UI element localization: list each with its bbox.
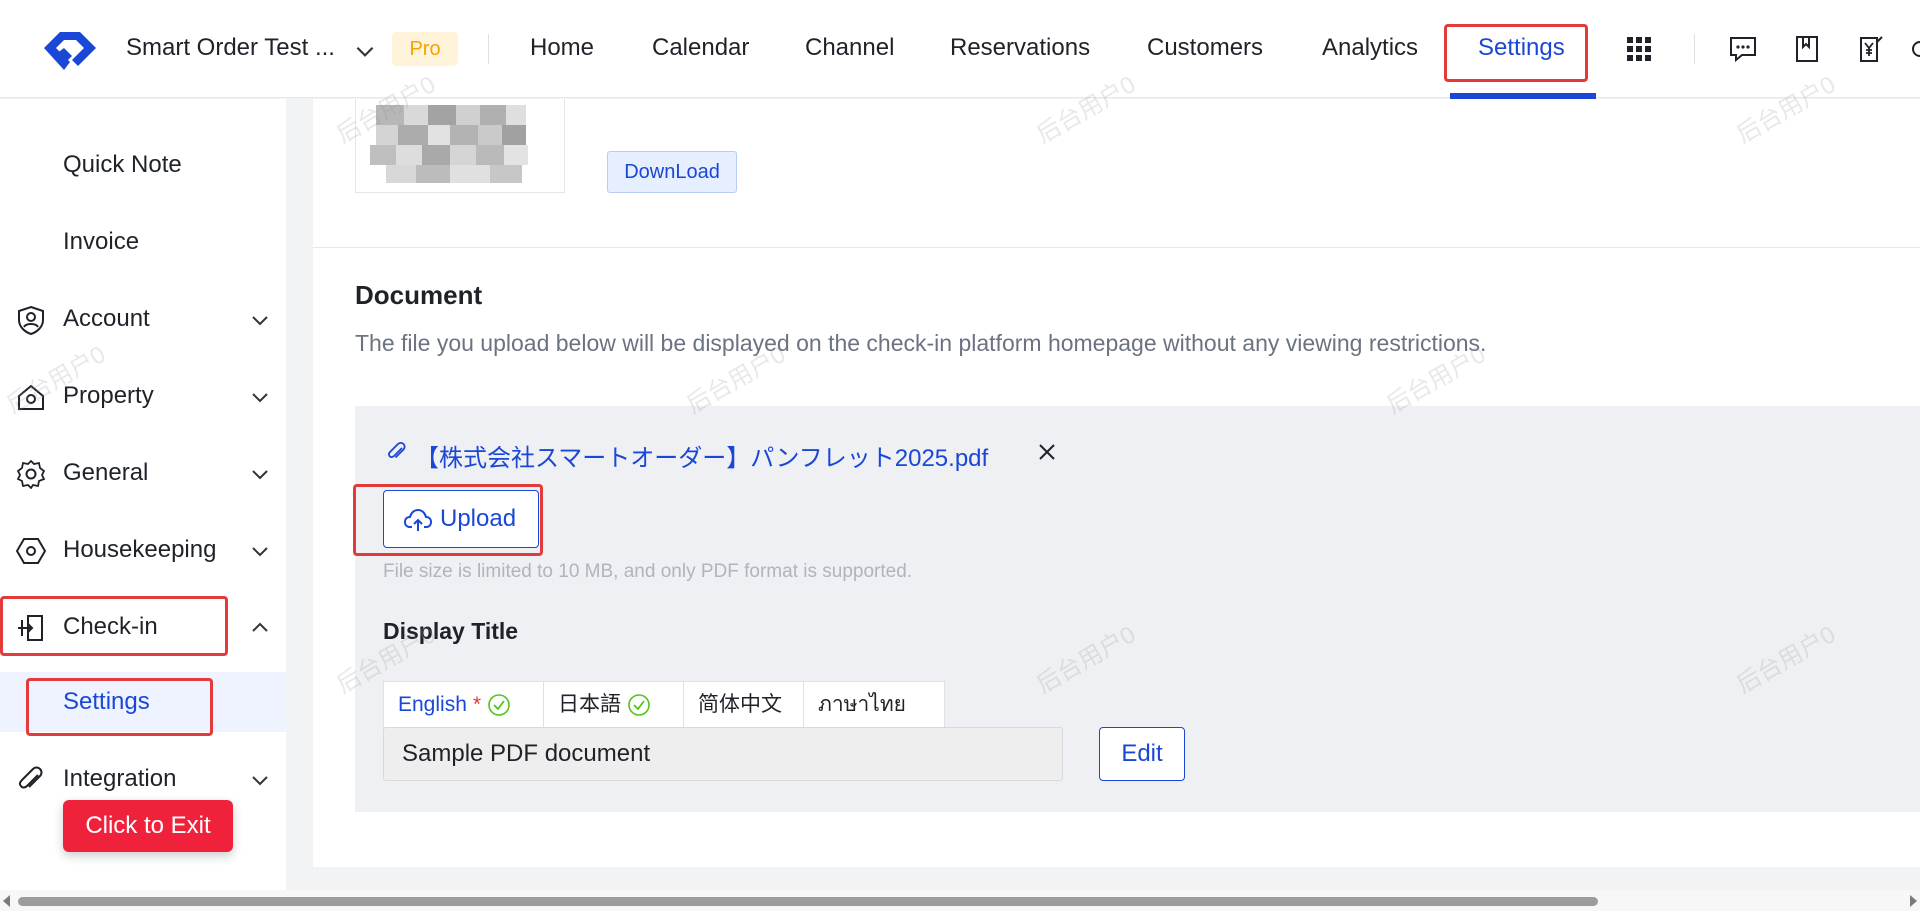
scroll-right-arrow[interactable] — [1910, 895, 1917, 907]
check-circle-icon — [628, 694, 650, 716]
store-name[interactable]: Smart Order Test ... — [126, 34, 335, 62]
sidebar-item-label: Account — [63, 305, 150, 332]
tab-english[interactable]: English * — [384, 682, 544, 728]
display-title-label: Display Title — [383, 618, 519, 644]
apps-grid-icon[interactable] — [1624, 34, 1654, 64]
brand-logo[interactable] — [38, 26, 102, 76]
sidebar-item-account[interactable]: Account — [0, 289, 286, 349]
download-button[interactable]: DownLoad — [607, 151, 737, 193]
scroll-left-arrow[interactable] — [3, 895, 10, 907]
tab-thai[interactable]: ภาษาไทย — [804, 682, 944, 728]
upload-button[interactable]: Upload — [383, 490, 539, 548]
sidebar-item-quick-note[interactable]: Quick Note — [0, 135, 286, 195]
divider — [488, 34, 489, 64]
document-panel: 【株式会社スマートオーダー】パンフレット2025.pdf Upload File… — [353, 406, 1920, 812]
tab-label: 简体中文 — [698, 693, 782, 716]
tab-label: ภาษาไทย — [818, 693, 906, 716]
chevron-down-icon — [252, 316, 268, 326]
gear-icon — [16, 459, 46, 489]
nav-home[interactable]: Home — [530, 34, 594, 62]
sidebar: Quick Note Invoice Account Property Gene… — [0, 99, 286, 890]
horizontal-scrollbar[interactable] — [0, 890, 1920, 911]
upload-label: Upload — [440, 505, 517, 532]
chevron-down-icon[interactable] — [352, 38, 378, 64]
divider — [1694, 34, 1695, 64]
sidebar-item-label: General — [63, 459, 149, 486]
exit-button[interactable]: Click to Exit — [63, 800, 233, 852]
chevron-up-icon — [252, 622, 268, 632]
tab-simplified-chinese[interactable]: 简体中文 — [684, 682, 804, 728]
sidebar-item-label: Settings — [63, 688, 150, 715]
nav-analytics[interactable]: Analytics — [1322, 34, 1418, 62]
sidebar-item-label: Housekeeping — [63, 536, 217, 563]
nav-channel[interactable]: Channel — [805, 34, 894, 62]
nav-calendar[interactable]: Calendar — [652, 34, 749, 62]
plan-badge: Pro — [392, 32, 458, 66]
nav-customers[interactable]: Customers — [1147, 34, 1263, 62]
blurred-qr — [356, 99, 564, 192]
top-bar: Smart Order Test ... Pro Home Calendar C… — [0, 0, 1920, 99]
sidebar-item-label: Quick Note — [63, 151, 182, 178]
more-icon[interactable] — [1910, 34, 1920, 64]
check-circle-icon — [488, 694, 510, 716]
section-title: Document — [355, 280, 483, 310]
sidebar-item-general[interactable]: General — [0, 443, 286, 503]
sidebar-item-label: Property — [63, 382, 154, 409]
sidebar-item-label: Check-in — [63, 613, 158, 640]
sidebar-item-checkin-settings[interactable]: Settings — [0, 672, 286, 732]
paperclip-icon — [18, 766, 43, 789]
chat-icon[interactable] — [1728, 34, 1758, 64]
scrollbar-thumb[interactable] — [18, 897, 1598, 906]
door-enter-icon — [18, 615, 43, 641]
display-title-field[interactable]: Sample PDF document — [383, 727, 1063, 781]
required-marker: * — [472, 693, 482, 716]
sidebar-item-label: Invoice — [63, 228, 140, 255]
sidebar-item-label: Integration — [63, 765, 177, 792]
main-content: DownLoad Document The file you upload be… — [313, 99, 1920, 867]
yen-receipt-icon[interactable] — [1856, 34, 1886, 64]
chevron-down-icon — [252, 776, 268, 786]
sidebar-item-property[interactable]: Property — [0, 366, 286, 426]
nav-settings[interactable]: Settings — [1478, 34, 1565, 62]
chevron-down-icon — [252, 393, 268, 403]
bookmark-icon[interactable] — [1792, 34, 1822, 64]
tab-label: 日本語 — [558, 693, 621, 716]
edit-button[interactable]: Edit — [1099, 727, 1185, 781]
tab-label: English — [398, 693, 467, 716]
tab-japanese[interactable]: 日本語 — [544, 682, 684, 728]
section-description: The file you upload below will be displa… — [355, 330, 1487, 356]
hexagon-icon — [16, 538, 46, 564]
close-icon[interactable] — [1035, 440, 1059, 464]
file-name-link[interactable]: 【株式会社スマートオーダー】パンフレット2025.pdf — [415, 438, 988, 473]
chevron-down-icon — [252, 470, 268, 480]
section-divider — [313, 247, 1920, 248]
house-icon — [18, 384, 44, 410]
cloud-upload-icon — [404, 508, 432, 531]
upload-hint: File size is limited to 10 MB, and only … — [383, 561, 913, 582]
sidebar-item-housekeeping[interactable]: Housekeeping — [0, 520, 286, 580]
sidebar-item-check-in[interactable]: Check-in — [0, 597, 286, 657]
paperclip-icon — [388, 441, 406, 459]
chevron-down-icon — [252, 547, 268, 557]
language-tabs: English * 日本語 简体中文 ภาษาไทย — [383, 681, 945, 728]
user-shield-icon — [18, 305, 44, 335]
nav-reservations[interactable]: Reservations — [950, 34, 1090, 62]
qr-code-image — [355, 99, 565, 193]
sidebar-item-invoice[interactable]: Invoice — [0, 212, 286, 272]
